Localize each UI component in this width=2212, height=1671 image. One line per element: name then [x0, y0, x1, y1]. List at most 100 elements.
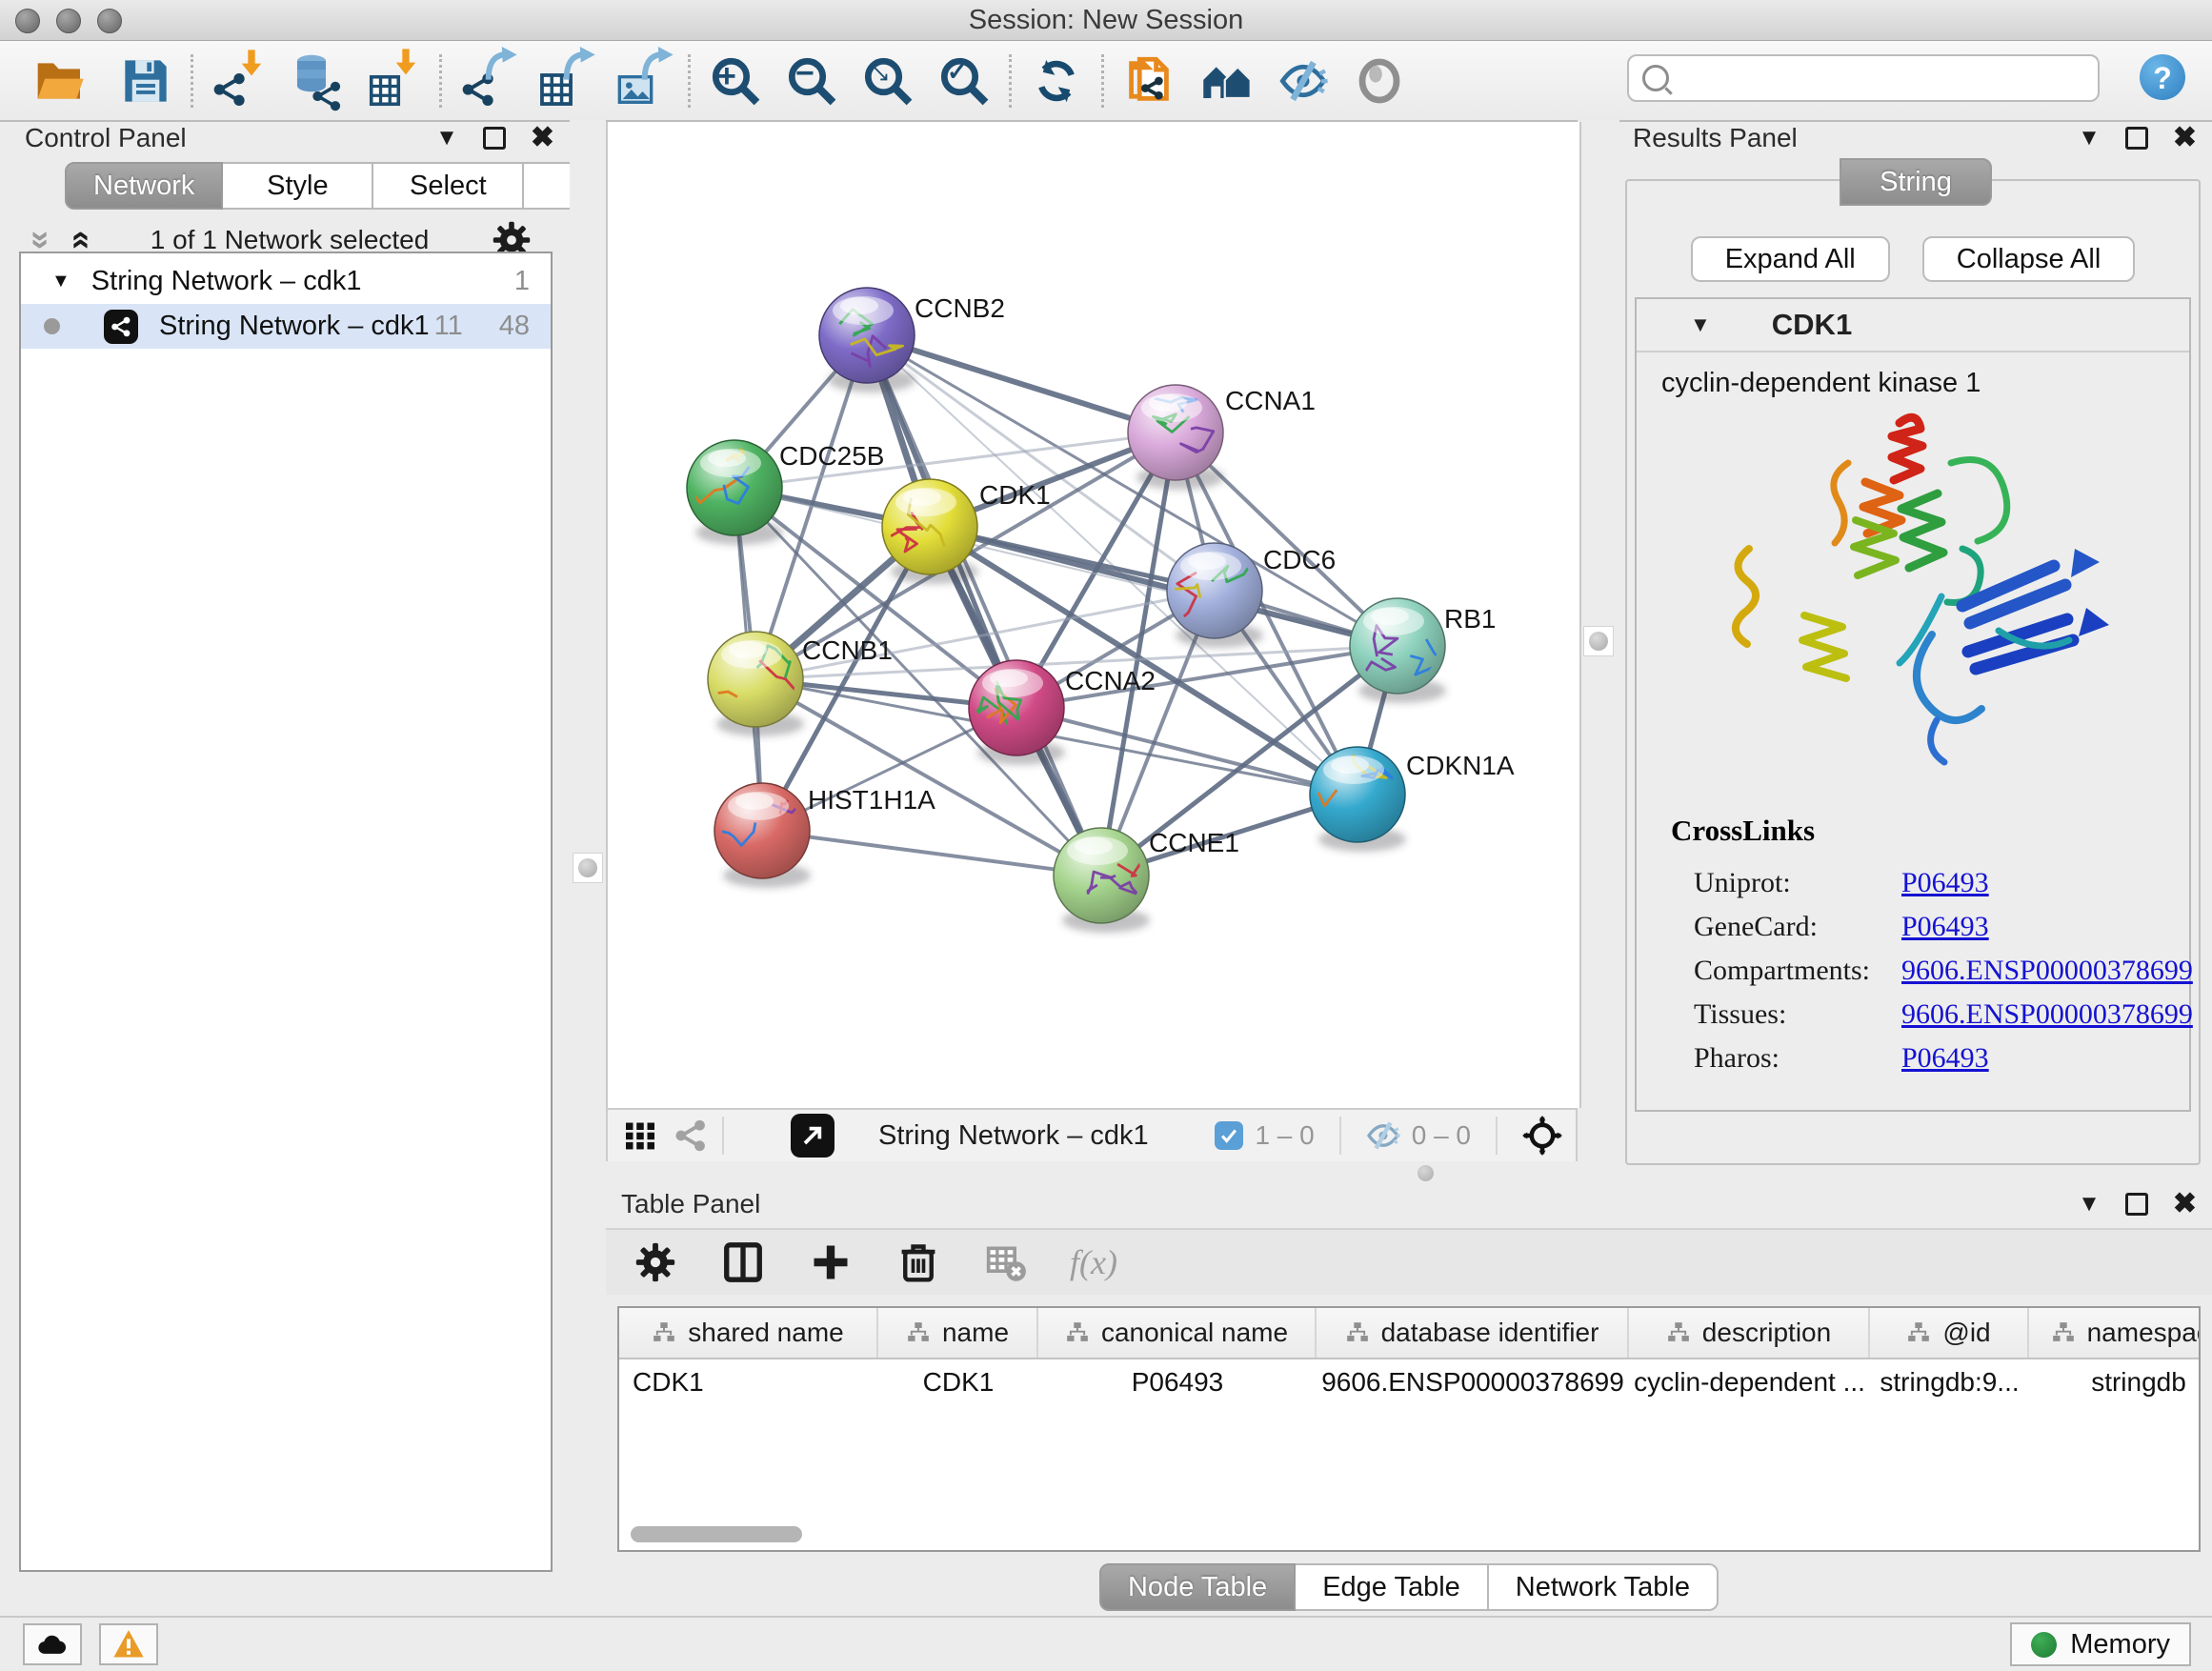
table-cell[interactable]: CDK1	[878, 1367, 1038, 1398]
zoom-selected-button[interactable]: ✓	[933, 50, 995, 111]
column-header-name[interactable]: name	[878, 1308, 1038, 1358]
table-horizontal-scrollbar[interactable]	[631, 1526, 802, 1542]
detach-view-button[interactable]	[791, 1114, 835, 1158]
table-settings-button[interactable]	[631, 1238, 680, 1287]
save-session-button[interactable]	[114, 50, 177, 111]
column-header-canonical-name[interactable]: canonical name	[1038, 1308, 1317, 1358]
panel-menu-icon[interactable]: ▼	[2078, 1193, 2101, 1216]
import-table-file-button[interactable]	[363, 50, 426, 111]
expand-all-networks-icon[interactable]: »	[61, 231, 95, 250]
create-column-button[interactable]	[806, 1238, 855, 1287]
open-session-button[interactable]	[29, 50, 91, 111]
panel-float-icon[interactable]	[2125, 1193, 2148, 1216]
table-cell[interactable]: stringdb	[2029, 1367, 2201, 1398]
delete-table-button[interactable]	[981, 1238, 1031, 1287]
pan-crosshair-icon[interactable]	[1522, 1116, 1562, 1156]
network-overview-icon[interactable]	[673, 1117, 709, 1154]
network-node-CDC6[interactable]	[1152, 543, 1263, 648]
zoom-out-button[interactable]: −	[780, 50, 843, 111]
first-neighbors-button[interactable]	[1196, 50, 1258, 111]
network-edge-count: 48	[499, 311, 530, 342]
import-network-file-button[interactable]	[207, 50, 270, 111]
export-network-button[interactable]	[455, 50, 518, 111]
tab-edge-table[interactable]: Edge Table	[1296, 1563, 1489, 1611]
help-button[interactable]: ?	[2140, 54, 2185, 100]
crosslink-row: GeneCard:P06493	[1671, 905, 2170, 949]
network-node-CCNB2[interactable]	[819, 288, 915, 393]
network-node-CCNA2[interactable]	[967, 660, 1065, 765]
network-node-CDK1[interactable]	[875, 479, 978, 584]
show-graphics-details-button[interactable]	[1348, 50, 1411, 111]
table-panel: Table Panel ▼ ✖ f(x) shared namenamecano	[606, 1186, 2212, 1618]
table-cell[interactable]: stringdb:9...	[1870, 1367, 2029, 1398]
crosslink-link[interactable]: P06493	[1901, 1042, 1989, 1075]
selected-nodes-checkbox[interactable]	[1215, 1121, 1243, 1150]
network-node-CCNB1[interactable]	[687, 632, 819, 736]
panel-float-icon[interactable]	[483, 127, 506, 150]
right-splitter[interactable]	[1578, 120, 1619, 1161]
panel-float-icon[interactable]	[2125, 127, 2148, 150]
panel-menu-icon[interactable]: ▼	[435, 127, 458, 150]
network-canvas[interactable]: CCNB2CCNA1CDC25BCDK1CDC6RB1CCNB1CCNA2CDK…	[606, 122, 1581, 1108]
tree-icon	[1345, 1320, 1370, 1345]
delete-columns-button[interactable]	[894, 1238, 943, 1287]
cloud-button[interactable]	[23, 1623, 82, 1665]
memory-button[interactable]: Memory	[2010, 1622, 2191, 1666]
network-node-RB1[interactable]	[1350, 598, 1453, 703]
panel-menu-icon[interactable]: ▼	[2078, 127, 2101, 150]
warnings-button[interactable]	[99, 1623, 158, 1665]
column-header-namespace[interactable]: namespace	[2029, 1308, 2201, 1358]
collection-collapse-icon[interactable]: ▼	[51, 271, 70, 292]
crosslink-link[interactable]: P06493	[1901, 867, 1989, 899]
close-window-button[interactable]	[15, 9, 40, 33]
control-panel: Control Panel ▼ ✖ NetworkStyleSelectSets…	[0, 120, 570, 1618]
collapse-all-button[interactable]: Collapse All	[1922, 236, 2136, 282]
column-header-description[interactable]: description	[1629, 1308, 1870, 1358]
import-network-database-button[interactable]	[287, 50, 350, 111]
zoom-window-button[interactable]	[97, 9, 122, 33]
search-input[interactable]	[1677, 63, 2098, 94]
tab-string[interactable]: String	[1840, 158, 1992, 206]
export-table-button[interactable]	[533, 50, 596, 111]
network-node-CCNA1[interactable]	[1128, 385, 1224, 490]
table-row[interactable]: CDK1CDK1P064939606.ENSP00000378699cyclin…	[619, 1359, 2199, 1405]
panel-close-icon[interactable]: ✖	[2173, 1190, 2197, 1218]
export-image-button[interactable]	[612, 50, 674, 111]
tab-style[interactable]: Style	[223, 162, 373, 210]
crosslink-link[interactable]: 9606.ENSP00000378699	[1901, 955, 2193, 987]
panel-close-icon[interactable]: ✖	[2173, 124, 2197, 152]
expand-all-button[interactable]: Expand All	[1691, 236, 1890, 282]
show-columns-button[interactable]	[718, 1238, 768, 1287]
zoom-in-button[interactable]: +	[704, 50, 767, 111]
left-splitter[interactable]	[570, 120, 606, 1618]
node-details-header[interactable]: ▼ CDK1	[1637, 299, 2189, 352]
column-header-shared-name[interactable]: shared name	[619, 1308, 878, 1358]
apply-layout-button[interactable]	[1025, 50, 1088, 111]
network-row[interactable]: String Network – cdk1 11 48	[21, 304, 551, 349]
details-collapse-icon[interactable]: ▼	[1690, 312, 1711, 337]
table-cell[interactable]: cyclin-dependent ...	[1629, 1367, 1870, 1398]
grid-view-icon[interactable]	[623, 1118, 657, 1153]
tab-network[interactable]: Network	[65, 162, 223, 210]
function-builder-button[interactable]: f(x)	[1069, 1238, 1118, 1287]
tab-select[interactable]: Select	[373, 162, 524, 210]
network-node-CDKN1A[interactable]	[1301, 744, 1406, 852]
crosslink-link[interactable]: 9606.ENSP00000378699	[1901, 998, 2193, 1031]
network-collection-row[interactable]: ▼ String Network – cdk1 1	[21, 259, 551, 304]
table-cell[interactable]: CDK1	[619, 1367, 878, 1398]
network-graph[interactable]: CCNB2CCNA1CDC25BCDK1CDC6RB1CCNB1CCNA2CDK…	[608, 122, 1579, 1108]
minimize-window-button[interactable]	[56, 9, 81, 33]
panel-close-icon[interactable]: ✖	[531, 124, 554, 152]
hide-selected-button[interactable]	[1272, 50, 1335, 111]
zoom-fit-button[interactable]: ⤡	[856, 50, 919, 111]
tab-network-table[interactable]: Network Table	[1489, 1563, 1719, 1611]
table-cell[interactable]: P06493	[1038, 1367, 1317, 1398]
table-cell[interactable]: 9606.ENSP00000378699	[1317, 1367, 1629, 1398]
column-header-database-identifier[interactable]: database identifier	[1317, 1308, 1629, 1358]
network-node-CDC25B[interactable]	[687, 437, 783, 545]
tab-node-table[interactable]: Node Table	[1099, 1563, 1296, 1611]
column-header--id[interactable]: @id	[1870, 1308, 2029, 1358]
collapse-all-networks-icon[interactable]: »	[25, 231, 59, 250]
network-from-selection-button[interactable]	[1117, 50, 1180, 111]
crosslink-link[interactable]: P06493	[1901, 911, 1989, 943]
